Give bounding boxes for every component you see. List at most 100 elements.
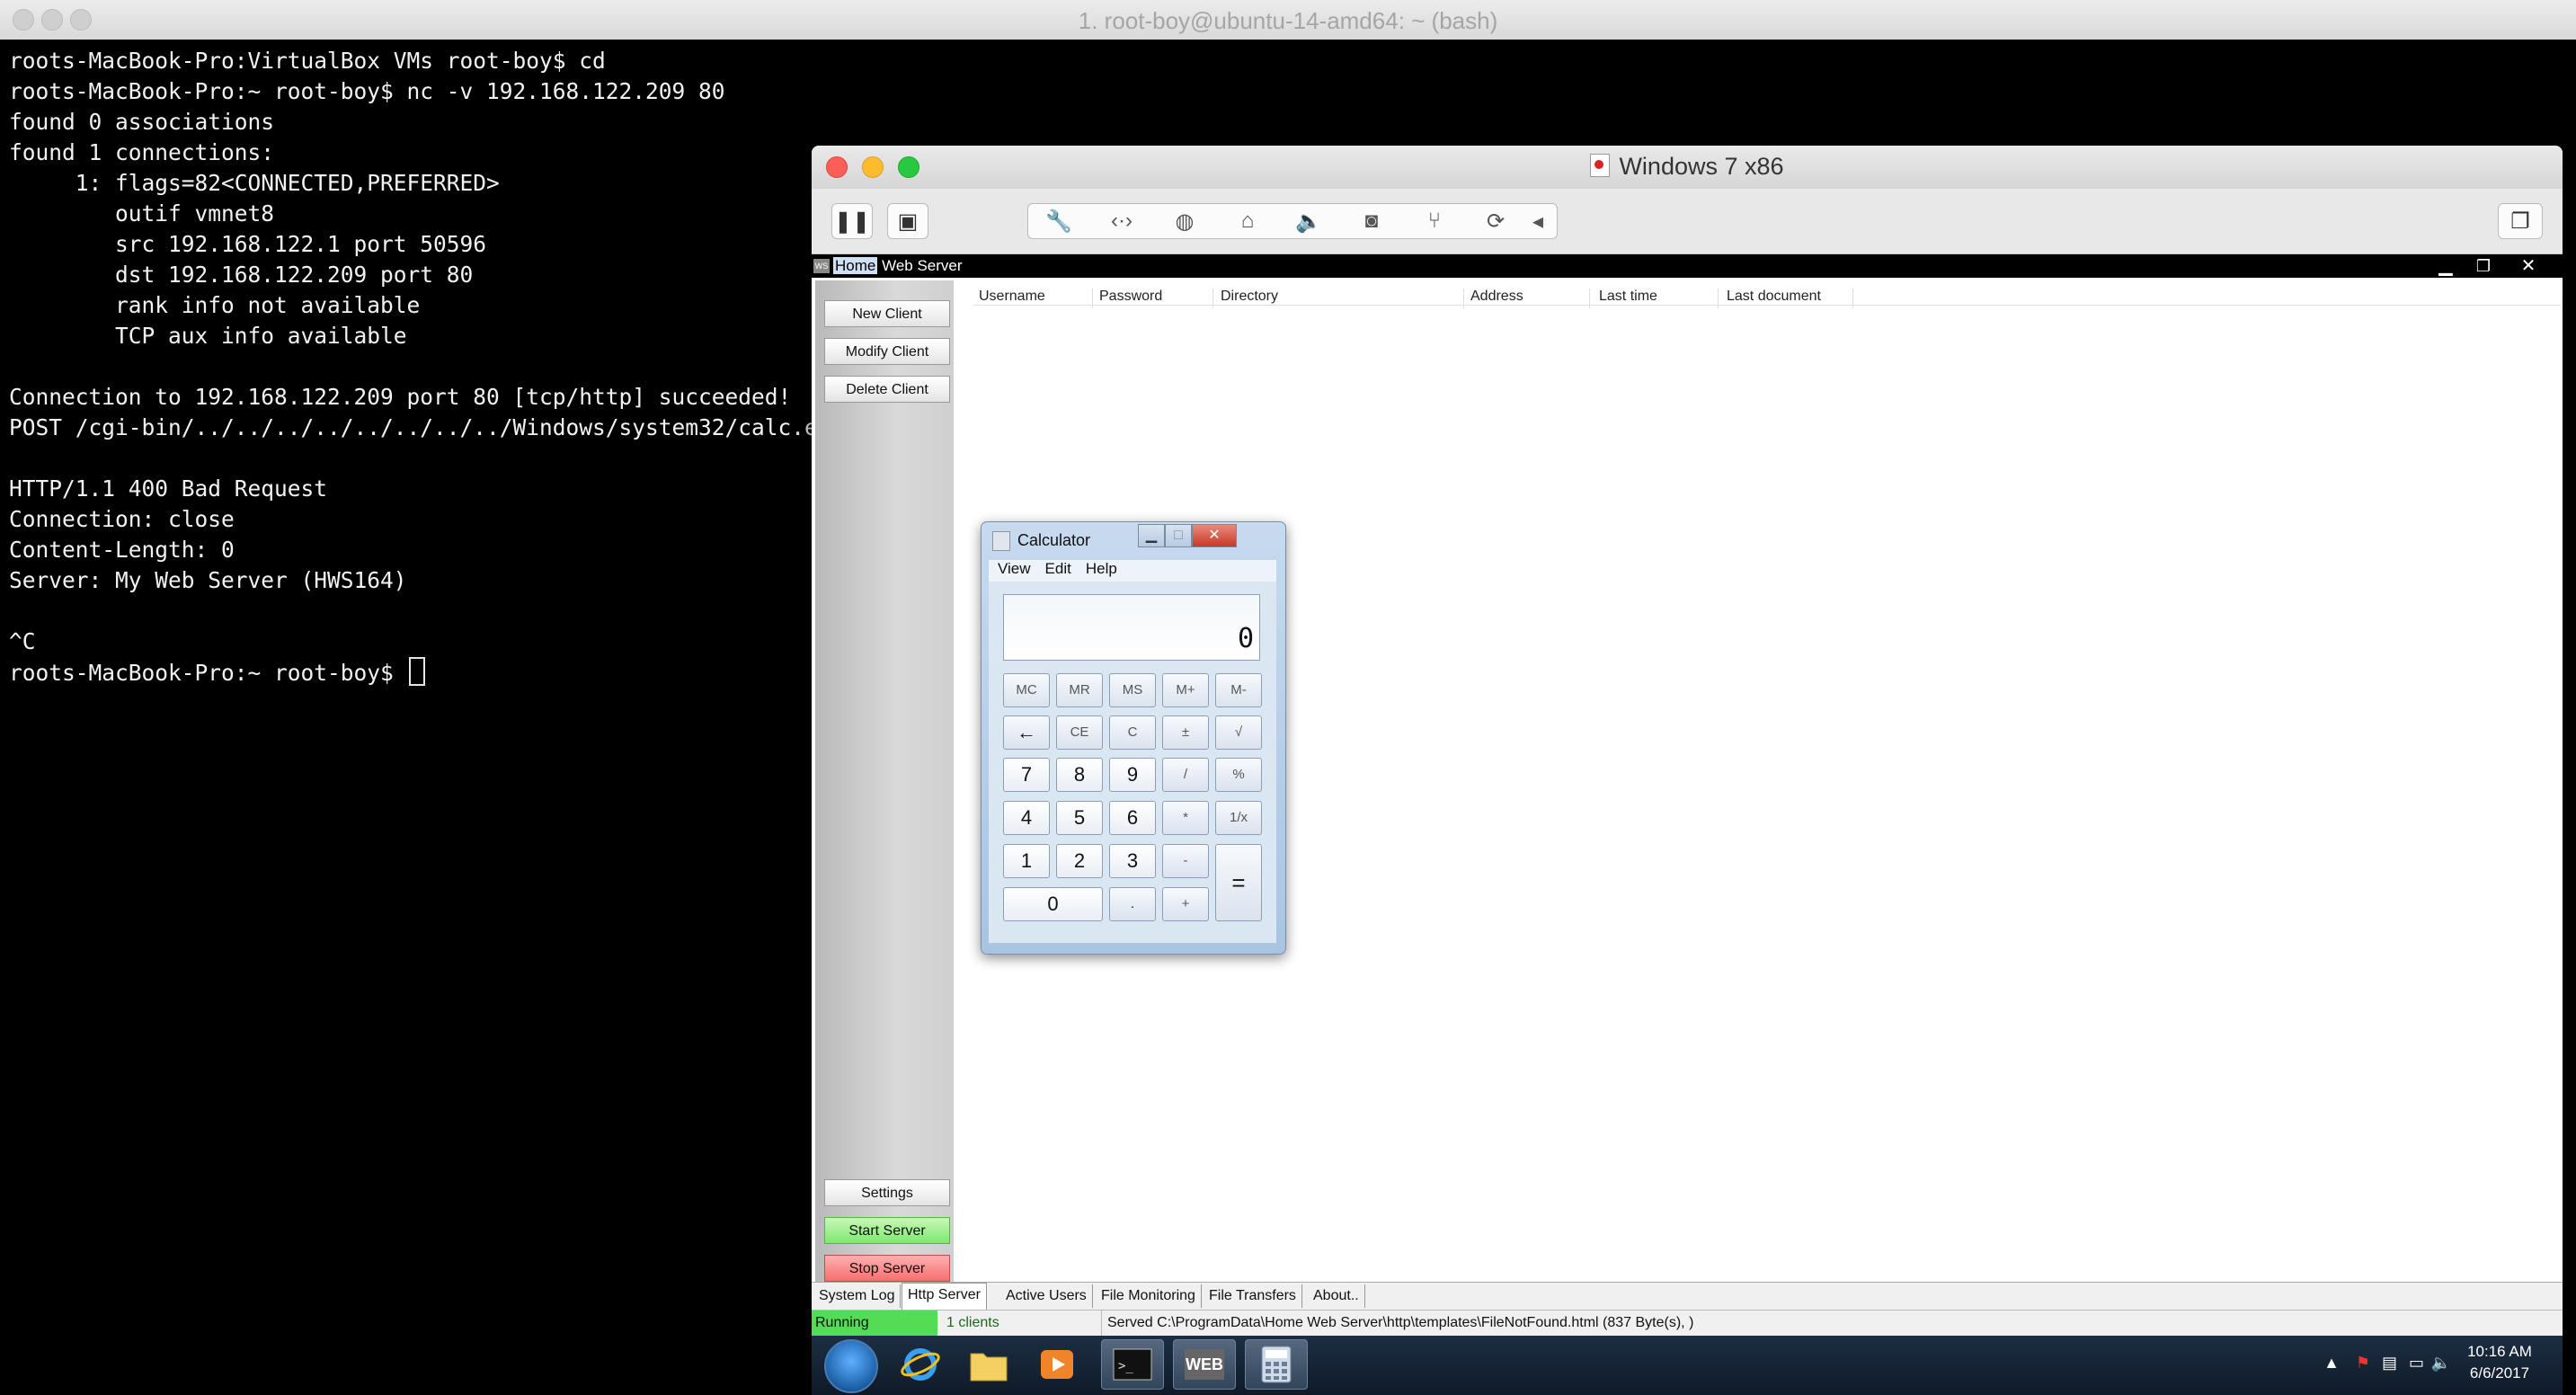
key-8[interactable]: 8 [1056,758,1103,792]
key-6[interactable]: 6 [1109,801,1156,835]
hws-sidebar: New Client Modify Client Delete Client S… [815,280,954,1282]
usb-icon[interactable]: ⑂ [1417,208,1452,235]
reciprocal-button[interactable]: 1/x [1215,801,1262,835]
hard-disk-icon[interactable]: ⌂ [1230,208,1266,235]
show-hidden-icons-icon[interactable]: ▲ [2323,1354,2340,1373]
terminal-line: POST /cgi-bin/../../../../../../../../Wi… [9,414,845,440]
tab-active-users[interactable]: Active Users [1000,1284,1093,1308]
terminal-line: roots-MacBook-Pro:~ root-boy$ nc -v 192.… [9,78,725,104]
network-tray-icon[interactable]: ▭ [2409,1354,2424,1373]
shared-folders-icon[interactable]: ⟳ [1478,208,1514,235]
status-running: Running [812,1311,937,1336]
maximize-icon[interactable]: □ [1165,524,1192,547]
start-server-button[interactable]: Start Server [824,1217,950,1244]
vbox-titlebar: Windows 7 x86 [812,146,2563,189]
snapshot-button[interactable]: ▣ [887,203,928,239]
fullscreen-button[interactable]: ❐ [2498,203,2543,239]
optical-drive-icon[interactable]: ◍ [1167,208,1203,235]
taskbar-clock[interactable]: 10:16 AM 6/6/2017 [2455,1341,2545,1384]
mr-button[interactable]: MR [1056,673,1103,707]
equals-button[interactable]: = [1215,844,1262,921]
m-minus-button[interactable]: M- [1215,673,1262,707]
menu-help[interactable]: Help [1086,560,1117,577]
explorer-folder-icon[interactable] [957,1339,1020,1390]
virtualbox-window: Windows 7 x86 ❚❚ ▣ 🔧 ‹·› ◍ ⌂ 🔈 ◙ ⑂ ⟳ ◂ ❐… [812,146,2563,1395]
network-icon[interactable]: ‹·› [1104,208,1140,235]
decimal-button[interactable]: . [1109,887,1156,921]
minimize-icon[interactable]: ▁ [1138,524,1165,547]
clock-date: 6/6/2017 [2469,1364,2530,1382]
tab-http-server[interactable]: Http Server [902,1283,987,1311]
terminal-line: Content-Length: 0 [9,537,235,563]
col-directory[interactable]: Directory [1221,289,1464,308]
web-server-icon[interactable]: WEB [1173,1339,1236,1390]
settings-wrench-icon[interactable]: 🔧 [1041,208,1077,235]
multiply-button[interactable]: * [1162,801,1209,835]
add-button[interactable]: + [1162,887,1209,921]
capture-icon[interactable]: ◙ [1354,208,1390,235]
menu-edit[interactable]: Edit [1045,560,1071,577]
terminal-prompt: roots-MacBook-Pro:~ root-boy$ [9,660,407,686]
new-client-button[interactable]: New Client [824,300,950,327]
terminal-title: 1. root-boy@ubuntu-14-amd64: ~ (bash) [1078,7,1498,34]
col-last-time[interactable]: Last time [1599,289,1719,308]
delete-client-button[interactable]: Delete Client [824,376,950,403]
action-center-flag-icon[interactable]: ⚑ [2356,1354,2370,1373]
subtract-button[interactable]: - [1162,844,1209,878]
key-1[interactable]: 1 [1003,844,1050,878]
device-toolbar-group: 🔧 ‹·› ◍ ⌂ 🔈 ◙ ⑂ ⟳ ◂ [1027,203,1558,239]
terminal-line: found 1 connections: [9,139,275,165]
clear-button[interactable]: C [1109,715,1156,750]
close-icon[interactable]: ✕ [1192,524,1237,547]
terminal-line: Connection: close [9,506,235,532]
ce-button[interactable]: CE [1056,715,1103,750]
device-tray-icon[interactable]: ▤ [2382,1354,2397,1373]
audio-icon[interactable]: 🔈 [1291,208,1327,235]
key-5[interactable]: 5 [1056,801,1103,835]
divide-button[interactable]: / [1162,758,1209,792]
tab-system-log[interactable]: System Log [813,1284,902,1308]
col-address[interactable]: Address [1470,289,1590,308]
mc-button[interactable]: MC [1003,673,1050,707]
key-4[interactable]: 4 [1003,801,1050,835]
collapse-arrow-icon[interactable]: ◂ [1524,208,1551,235]
backspace-button[interactable]: ← [1003,715,1050,750]
plus-minus-button[interactable]: ± [1162,715,1209,750]
hws-title: Home Web Server [833,257,963,275]
key-9[interactable]: 9 [1109,758,1156,792]
terminal-line: Server: My Web Server (HWS164) [9,567,407,593]
hws-title-rest: Web Server [877,257,963,274]
ms-button[interactable]: MS [1109,673,1156,707]
media-player-icon[interactable] [1026,1339,1088,1390]
percent-button[interactable]: % [1215,758,1262,792]
internet-explorer-icon[interactable] [889,1339,952,1390]
calculator-icon[interactable] [1245,1339,1308,1390]
tab-about[interactable]: About.. [1308,1284,1365,1308]
close-icon[interactable]: ✕ [2512,256,2545,276]
tab-file-monitoring[interactable]: File Monitoring [1096,1284,1202,1308]
col-last-document[interactable]: Last document [1727,289,1853,308]
tab-file-transfers[interactable]: File Transfers [1204,1284,1302,1308]
minimize-icon[interactable]: ▁ [2429,256,2462,276]
key-0[interactable]: 0 [1003,887,1103,921]
terminal-line: roots-MacBook-Pro:VirtualBox VMs root-bo… [9,48,606,74]
pause-button[interactable]: ❚❚ [831,203,873,239]
modify-client-button[interactable]: Modify Client [824,338,950,365]
key-2[interactable]: 2 [1056,844,1103,878]
calculator-window: Calculator ▁ □ ✕ View Edit Help 0 MC MR MS… [981,521,1286,955]
key-7[interactable]: 7 [1003,758,1050,792]
hws-title-prefix: Home [833,257,878,274]
hws-bottom-tabs: System Log Http Server Active Users File… [812,1282,2563,1311]
col-username[interactable]: Username [979,289,1093,308]
key-3[interactable]: 3 [1109,844,1156,878]
settings-button[interactable]: Settings [824,1179,950,1206]
col-password[interactable]: Password [1099,289,1213,308]
restore-icon[interactable]: ❐ [2467,256,2500,276]
stop-server-button[interactable]: Stop Server [824,1255,950,1282]
sqrt-button[interactable]: √ [1215,715,1262,750]
volume-tray-icon[interactable]: 🔈 [2431,1354,2451,1373]
m-plus-button[interactable]: M+ [1162,673,1209,707]
menu-view[interactable]: View [998,560,1031,577]
start-orb-icon[interactable] [824,1339,878,1393]
command-prompt-icon[interactable]: >_ [1101,1339,1164,1390]
